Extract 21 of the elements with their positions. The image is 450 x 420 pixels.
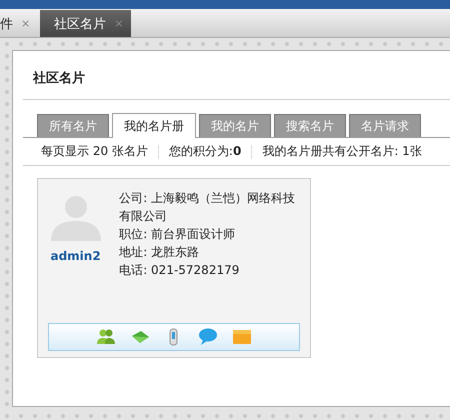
info-text: 您的积分为:0: [168, 143, 242, 160]
field-text: 职位: 前台界面设计师: [119, 226, 236, 243]
speech-bubble-icon[interactable]: [198, 327, 218, 347]
tab[interactable]: 所有名片: [37, 114, 109, 137]
folder-icon[interactable]: [232, 327, 252, 347]
tab[interactable]: 搜索名片: [274, 114, 346, 137]
close-icon[interactable]: ×: [21, 17, 30, 30]
close-icon[interactable]: ×: [114, 17, 124, 30]
people-icon[interactable]: [96, 327, 116, 347]
tab[interactable]: 我的名片册: [112, 113, 196, 138]
window-tab[interactable]: 件 ×: [0, 10, 38, 37]
info-text: 我的名片册共有公开名片: 1张: [262, 143, 422, 160]
window-tab[interactable]: 社区名片 ×: [40, 10, 132, 37]
panel-title: 社区名片: [23, 51, 450, 100]
info-text: 每页显示 20 张名片: [41, 143, 148, 160]
field-text: 电话: 021-57282179: [119, 262, 240, 279]
user-name-link[interactable]: admin2: [50, 249, 101, 263]
field-text: 公司: 上海毅鸣（兰恺）网络科技有限公司: [119, 190, 296, 225]
tab[interactable]: 我的名片: [199, 114, 271, 137]
field-text: 地址: 龙胜东路: [119, 244, 200, 261]
tab[interactable]: 名片请求: [349, 114, 421, 137]
